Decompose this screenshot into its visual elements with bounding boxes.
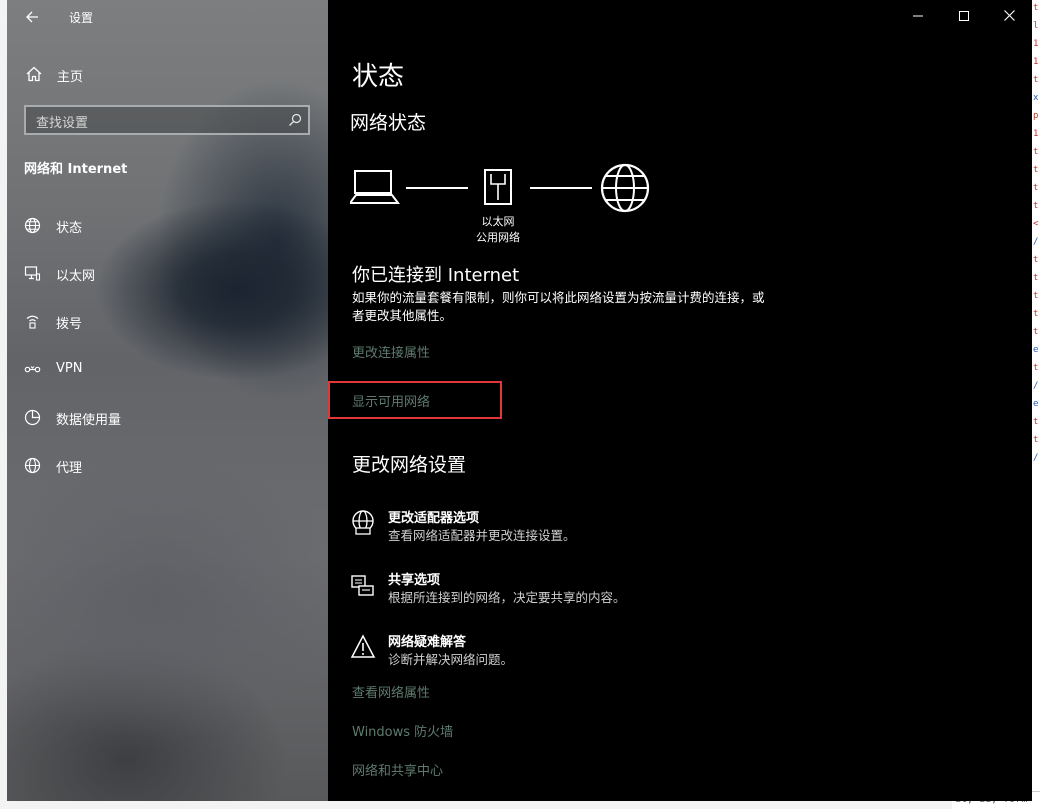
dialup-phone-icon: [26, 315, 39, 329]
sidebar-item-label: 拨号: [56, 317, 83, 332]
sharing-printer-icon: [351, 575, 374, 596]
nav-home-label: 主页: [57, 70, 84, 85]
sharing-options-item[interactable]: 共享选项 根据所连接到的网络，决定要共享的内容。: [350, 569, 770, 609]
troubleshoot-item[interactable]: 网络疑难解答 诊断并解决网络问题。: [350, 631, 770, 671]
sidebar-item-label: 代理: [56, 461, 83, 476]
network-diagram-graphic: [350, 163, 650, 213]
maximize-icon: [959, 11, 969, 21]
adapter-globe-icon: [352, 510, 374, 535]
back-arrow-icon: [26, 11, 38, 23]
network-type: 公用网络: [476, 231, 520, 244]
option-desc: 根据所连接到的网络，决定要共享的内容。: [388, 590, 626, 605]
adapter-name: 以太网: [481, 215, 515, 228]
globe-status-icon: [24, 217, 41, 234]
sidebar-item-ethernet[interactable]: 以太网: [7, 256, 328, 290]
ethernet-port-icon: [484, 169, 512, 205]
sidebar-item-proxy[interactable]: 代理: [7, 448, 328, 482]
sidebar-item-label: 以太网: [56, 269, 96, 284]
network-status-title: 网络状态: [350, 112, 427, 134]
connected-title: 你已连接到 Internet: [352, 265, 520, 286]
data-usage-icon: [24, 409, 41, 426]
warning-triangle-icon: [350, 634, 376, 658]
sidebar-item-label: VPN: [56, 361, 83, 376]
main-content: 状态 网络状态 以太网 公用网络 你已连接到 Internet 如果你的流量套餐…: [328, 0, 1032, 801]
ethernet-monitor-icon: [24, 266, 41, 281]
globe-proxy-icon: [24, 457, 41, 474]
page-title: 状态: [352, 62, 405, 92]
show-available-networks-link[interactable]: 显示可用网络: [352, 391, 430, 410]
search-input[interactable]: 查找设置: [24, 105, 310, 135]
search-placeholder: 查找设置: [36, 116, 89, 131]
option-title: 共享选项: [388, 573, 441, 588]
home-icon: [26, 66, 42, 82]
sidebar: 设置 主页 查找设置 网络和 Internet 状态 以太网 拨号 VPN 数据…: [7, 0, 328, 801]
minimize-icon: [913, 15, 923, 17]
settings-window: 设置 主页 查找设置 网络和 Internet 状态 以太网 拨号 VPN 数据…: [7, 0, 1032, 801]
sidebar-item-status[interactable]: 状态: [7, 208, 328, 242]
laptop-icon: [350, 170, 400, 204]
network-diagram: 以太网 公用网络: [350, 160, 660, 250]
option-title: 网络疑难解答: [388, 635, 467, 650]
nav-home[interactable]: 主页: [7, 60, 328, 90]
vpn-icon: [24, 366, 41, 373]
back-button[interactable]: [17, 4, 47, 30]
sidebar-item-label: 数据使用量: [56, 413, 122, 428]
minimize-button[interactable]: [895, 0, 941, 34]
sidebar-item-vpn[interactable]: VPN: [7, 352, 328, 386]
option-title: 更改适配器选项: [388, 511, 480, 526]
network-sharing-center-link[interactable]: 网络和共享中心: [352, 760, 443, 779]
maximize-button[interactable]: [941, 0, 987, 34]
change-connection-properties-link[interactable]: 更改连接属性: [352, 342, 430, 361]
close-icon: [1003, 10, 1015, 21]
view-network-properties-link[interactable]: 查看网络属性: [352, 682, 430, 701]
title-bar: 设置: [7, 0, 328, 36]
adapter-options-item[interactable]: 更改适配器选项 查看网络适配器并更改连接设置。: [350, 507, 770, 547]
sidebar-section-title: 网络和 Internet: [24, 162, 128, 177]
sidebar-item-dialup[interactable]: 拨号: [7, 304, 328, 338]
sidebar-item-data-usage[interactable]: 数据使用量: [7, 400, 328, 434]
globe-internet-icon: [600, 163, 650, 213]
option-desc: 诊断并解决网络问题。: [388, 652, 514, 667]
connected-description: 如果你的流量套餐有限制，则你可以将此网络设置为按流量计费的连接，或者更改其他属性…: [352, 290, 765, 323]
background-window-edge: t l 1 1 t x p 1 t t t t < / t t t t t e t / e t t /: [1032, 0, 1040, 809]
search-icon: [289, 113, 302, 126]
close-button[interactable]: [986, 0, 1032, 34]
option-desc: 查看网络适配器并更改连接设置。: [388, 528, 576, 543]
sidebar-item-label: 状态: [56, 221, 83, 236]
app-title: 设置: [69, 11, 94, 25]
change-network-settings-title: 更改网络设置: [352, 454, 467, 476]
windows-firewall-link[interactable]: Windows 防火墙: [352, 721, 453, 740]
